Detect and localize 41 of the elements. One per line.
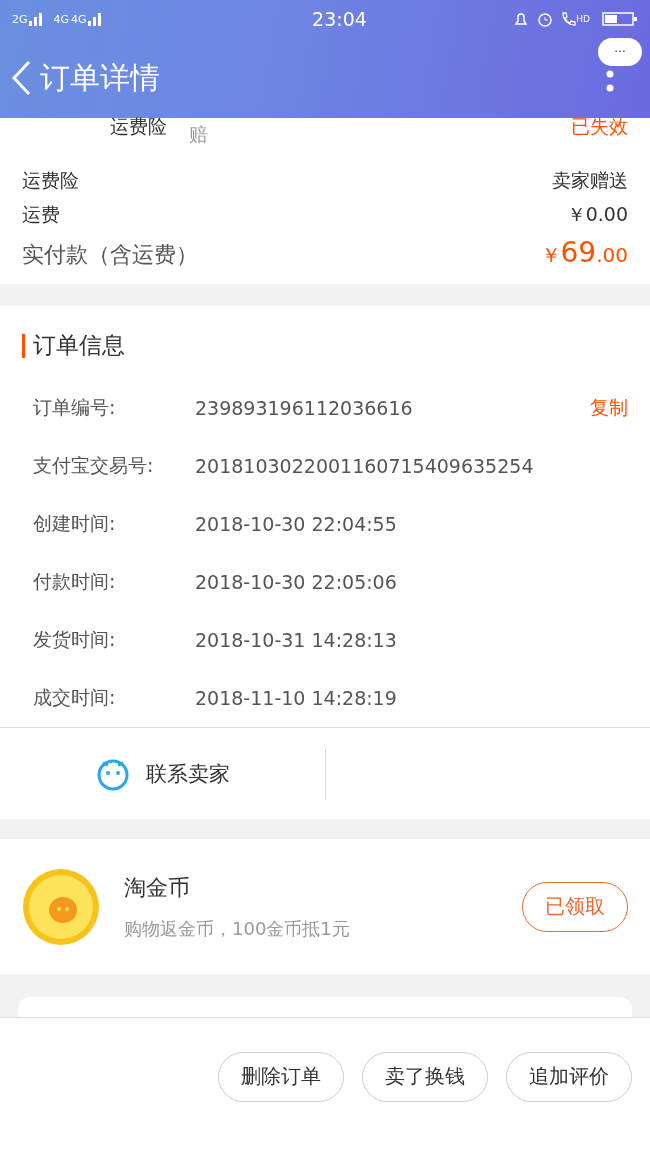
network-label: 4G bbox=[71, 12, 87, 26]
section-title: 订单信息 bbox=[33, 331, 125, 360]
contact-seller-button[interactable]: 联系卖家 bbox=[0, 747, 326, 800]
info-value: 2018103022001160715409635254 bbox=[195, 454, 535, 478]
info-label: 付款时间: bbox=[33, 569, 117, 594]
fee-label: 运费险 bbox=[22, 168, 79, 193]
fee-label: 运费 bbox=[22, 202, 60, 227]
network-label: 4G bbox=[53, 12, 70, 26]
info-label: 支付宝交易号: bbox=[33, 453, 155, 478]
info-label: 创建时间: bbox=[33, 511, 117, 536]
fee-value: 卖家赠送 bbox=[552, 168, 628, 193]
action-button[interactable]: 删除订单 bbox=[218, 1051, 344, 1102]
page-title: 订单详情 bbox=[40, 58, 160, 97]
phone-icon bbox=[560, 10, 577, 28]
info-label: 订单编号: bbox=[33, 395, 117, 420]
info-value: 2018-10-31 14:28:13 bbox=[195, 628, 398, 652]
fee-label: 实付款（含运费） bbox=[22, 241, 198, 269]
info-label: 发货时间: bbox=[33, 627, 117, 652]
network-label: 2G bbox=[12, 12, 28, 26]
total-price: ￥69.00 bbox=[540, 236, 628, 269]
insurance-note: 赔 bbox=[189, 122, 208, 147]
hd-label: HD bbox=[576, 14, 590, 24]
insurance-status: 已失效 bbox=[571, 114, 628, 139]
message-badge[interactable]: ··· bbox=[598, 38, 642, 66]
action-button[interactable]: 追加评价 bbox=[506, 1051, 632, 1102]
fee-value: ￥0.00 bbox=[566, 202, 628, 227]
action-button[interactable]: 卖了换钱 bbox=[362, 1051, 488, 1102]
info-value: 2018-10-30 22:04:55 bbox=[195, 512, 398, 536]
back-icon[interactable] bbox=[10, 60, 32, 96]
clock-time: 23:04 bbox=[311, 8, 367, 30]
battery-icon bbox=[602, 11, 638, 27]
coin-icon bbox=[22, 867, 100, 946]
more-icon[interactable] bbox=[606, 70, 614, 92]
coin-title: 淘金币 bbox=[124, 873, 191, 902]
coin-subtitle: 购物返金币，100金币抵1元 bbox=[124, 916, 351, 941]
info-label: 成交时间: bbox=[33, 685, 117, 710]
info-value: 2018-10-30 22:05:06 bbox=[195, 570, 398, 594]
info-value: 2018-11-10 14:28:19 bbox=[195, 686, 398, 710]
insurance-label: 运费险 bbox=[110, 114, 167, 139]
info-value: 239893196112036616 bbox=[195, 396, 414, 420]
alarm-icon bbox=[536, 10, 555, 28]
